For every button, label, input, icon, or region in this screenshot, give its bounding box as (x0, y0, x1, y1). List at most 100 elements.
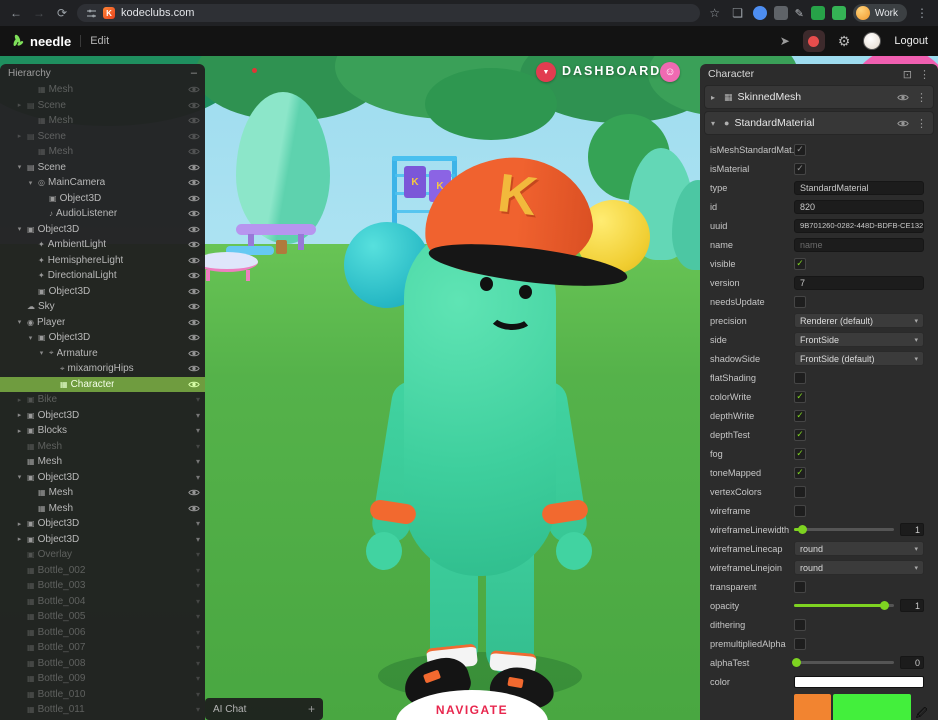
visibility-eye-icon[interactable] (188, 178, 200, 187)
hierarchy-row[interactable]: ✦ HemisphereLight ▾ (0, 253, 205, 269)
hierarchy-row[interactable]: ▦ Mesh ▾ (0, 501, 205, 517)
row-chevron-icon[interactable]: ▾ (196, 442, 200, 451)
property-slider[interactable]: 1 (794, 599, 924, 612)
row-chevron-icon[interactable]: ▾ (196, 690, 200, 699)
property-dropdown[interactable]: round▾ (794, 560, 924, 575)
hierarchy-row[interactable]: ✦ DirectionalLight ▾ (0, 268, 205, 284)
pointer-tool-icon[interactable]: ➤ (780, 34, 790, 48)
hierarchy-row[interactable]: ▦ Bottle_008 ▾ (0, 656, 205, 672)
row-chevron-icon[interactable]: ▾ (196, 705, 200, 714)
hierarchy-row[interactable]: ▾ ▤ Scene ▾ (0, 160, 205, 176)
visibility-eye-icon[interactable] (897, 119, 909, 128)
expand-chevron-icon[interactable]: ▾ (15, 318, 24, 326)
visibility-eye-icon[interactable] (188, 364, 200, 373)
hierarchy-row[interactable]: ▦ Character ▾ (0, 377, 205, 393)
row-chevron-icon[interactable]: ▾ (196, 519, 200, 528)
visibility-eye-icon[interactable] (188, 209, 200, 218)
extension-icon-1[interactable] (753, 6, 767, 20)
user-avatar[interactable] (863, 32, 881, 50)
color-swatch[interactable] (794, 676, 924, 688)
row-chevron-icon[interactable]: ▾ (196, 581, 200, 590)
expand-chevron-icon[interactable]: ▸ (15, 396, 24, 404)
hierarchy-row[interactable]: ✦ AmbientLight ▾ (0, 237, 205, 253)
expand-chevron-icon[interactable]: ▾ (15, 225, 24, 233)
property-checkbox[interactable]: ✓ (794, 163, 806, 175)
slider-track[interactable] (794, 604, 894, 607)
property-dropdown[interactable]: FrontSide▾ (794, 332, 924, 347)
pencil-extension-icon[interactable]: ✎ (795, 7, 804, 20)
record-button[interactable] (803, 30, 825, 52)
visibility-eye-icon[interactable] (188, 240, 200, 249)
property-checkbox[interactable]: ✓ (794, 486, 806, 498)
property-checkbox[interactable]: ✓ (794, 258, 806, 270)
property-slider[interactable]: 1 (794, 523, 924, 536)
visibility-eye-icon[interactable] (188, 256, 200, 265)
row-chevron-icon[interactable]: ▾ (196, 457, 200, 466)
extension-icon-2[interactable] (774, 6, 788, 20)
property-input[interactable]: name (794, 238, 924, 252)
slider-value[interactable]: 1 (900, 523, 924, 536)
component-menu-icon[interactable]: ⋮ (916, 117, 927, 130)
hierarchy-row[interactable]: ▦ Bottle_009 ▾ (0, 671, 205, 687)
slider-knob[interactable] (880, 601, 889, 610)
hierarchy-row[interactable]: ▦ Bottle_002 ▾ (0, 563, 205, 579)
row-chevron-icon[interactable]: ▾ (196, 628, 200, 637)
property-input[interactable]: 7 (794, 276, 924, 290)
inspector-dock-icon[interactable]: ⊡ (903, 68, 912, 81)
row-chevron-icon[interactable]: ▾ (196, 566, 200, 575)
site-info-icon[interactable] (86, 8, 97, 19)
hierarchy-row[interactable]: ▾ ▣ Object3D ▾ (0, 330, 205, 346)
hierarchy-row[interactable]: ▸ ▤ Scene ▾ (0, 98, 205, 114)
extension-icon-4[interactable] (832, 6, 846, 20)
visibility-eye-icon[interactable] (188, 302, 200, 311)
texture-swatch-green[interactable] (833, 694, 911, 720)
back-icon[interactable]: ← (8, 6, 24, 20)
property-checkbox[interactable]: ✓ (794, 581, 806, 593)
row-chevron-icon[interactable]: ▾ (196, 659, 200, 668)
property-checkbox[interactable]: ✓ (794, 372, 806, 384)
property-input[interactable]: 820 (794, 200, 924, 214)
property-checkbox[interactable]: ✓ (794, 505, 806, 517)
hierarchy-row[interactable]: ▸ ▣ Object3D ▾ (0, 408, 205, 424)
visibility-eye-icon[interactable] (188, 101, 200, 110)
expand-chevron-icon[interactable]: ▸ (15, 520, 24, 528)
expand-chevron-icon[interactable]: ▾ (26, 334, 35, 342)
property-checkbox[interactable]: ✓ (794, 296, 806, 308)
row-chevron-icon[interactable]: ▾ (196, 395, 200, 404)
hierarchy-row[interactable]: ▸ ▣ Object3D ▾ (0, 516, 205, 532)
expand-chevron-icon[interactable]: ▾ (15, 473, 24, 481)
ai-chat-bar[interactable]: AI Chat + (205, 698, 323, 720)
hierarchy-row[interactable]: ▣ Object3D ▾ (0, 191, 205, 207)
expand-chevron-icon[interactable]: ▸ (15, 535, 24, 543)
visibility-eye-icon[interactable] (188, 132, 200, 141)
texture-picker-icon[interactable]: 🖉 (913, 694, 930, 720)
row-chevron-icon[interactable]: ▾ (196, 535, 200, 544)
property-checkbox[interactable]: ✓ (794, 429, 806, 441)
hierarchy-row[interactable]: ▦ Bottle_010 ▾ (0, 687, 205, 703)
expand-chevron-icon[interactable]: ▸ (15, 101, 24, 109)
browser-profile-chip[interactable]: Work (853, 4, 907, 22)
hierarchy-row[interactable]: ▣ Object3D ▾ (0, 284, 205, 300)
visibility-eye-icon[interactable] (188, 488, 200, 497)
visibility-eye-icon[interactable] (188, 116, 200, 125)
property-input[interactable]: StandardMaterial (794, 181, 924, 195)
hierarchy-row[interactable]: ▦ Mesh ▾ (0, 439, 205, 455)
hierarchy-row[interactable]: ▦ Mesh ▾ (0, 113, 205, 129)
hierarchy-row[interactable]: ▸ ▤ Scene ▾ (0, 129, 205, 145)
expand-chevron-icon[interactable]: ▸ (15, 132, 24, 140)
visibility-eye-icon[interactable] (188, 380, 200, 389)
logout-button[interactable]: Logout (894, 35, 928, 47)
expand-chevron-icon[interactable]: ▸ (15, 411, 24, 419)
row-chevron-icon[interactable]: ▾ (196, 411, 200, 420)
visibility-eye-icon[interactable] (188, 318, 200, 327)
expand-chevron-icon[interactable]: ▾ (37, 349, 46, 357)
property-checkbox[interactable]: ✓ (794, 638, 806, 650)
hierarchy-row[interactable]: ☁ Sky ▾ (0, 299, 205, 315)
hierarchy-row[interactable]: ▾ ⌖ Armature ▾ (0, 346, 205, 362)
ai-chat-add-icon[interactable]: + (308, 702, 315, 716)
side-panel-icon[interactable]: ❏ (730, 6, 746, 20)
hierarchy-row[interactable]: ♪ AudioListener ▾ (0, 206, 205, 222)
inspector-menu-icon[interactable]: ⋮ (919, 68, 930, 81)
property-input[interactable]: 9B701260-0282-448D-BDFB-CE1326 (794, 219, 924, 233)
property-dropdown[interactable]: round▾ (794, 541, 924, 556)
